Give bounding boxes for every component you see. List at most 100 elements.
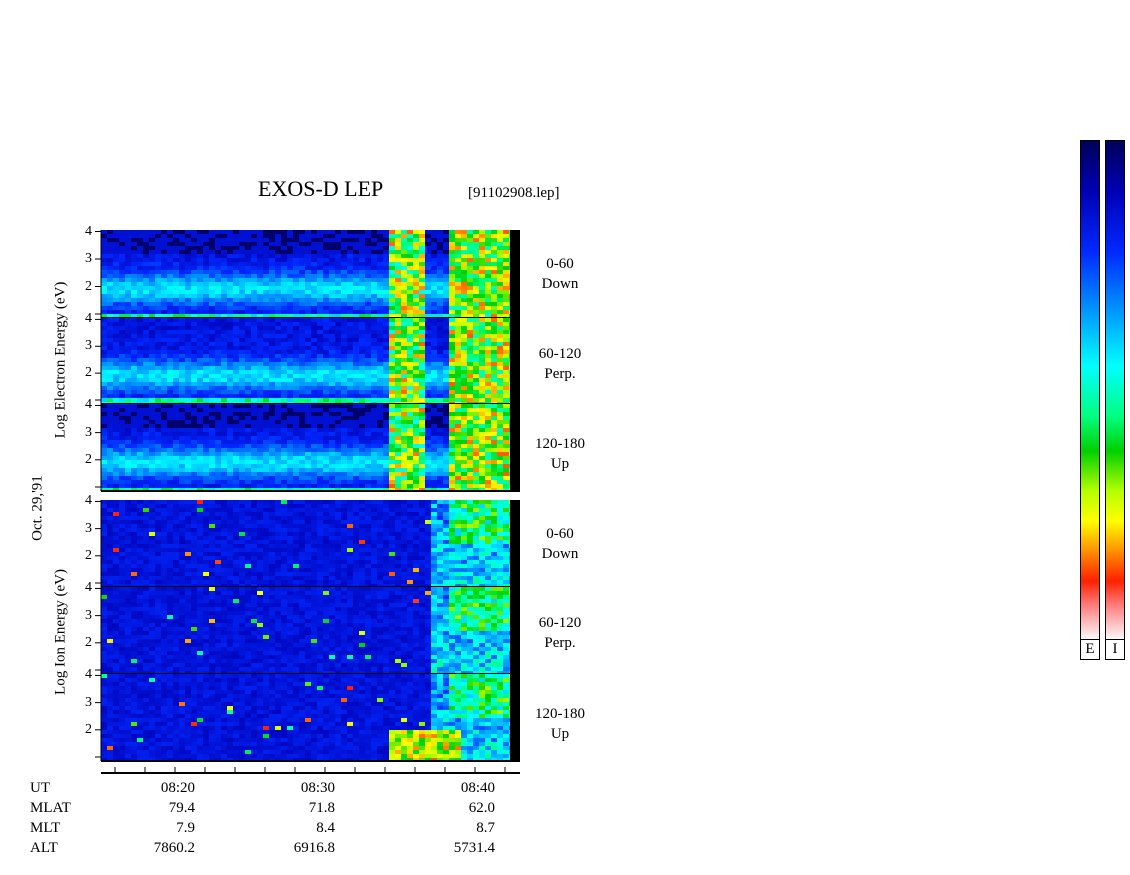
spectrogram-cell <box>113 420 119 424</box>
spectrogram-cell <box>293 250 299 254</box>
spectrogram-cell <box>101 500 107 504</box>
spectrogram-cell <box>101 544 107 548</box>
spectrogram-cell <box>407 254 413 258</box>
spectrogram-cell <box>395 472 401 476</box>
spectrogram-cell <box>485 346 491 350</box>
spectrogram-cell <box>293 382 299 386</box>
spectrogram-cell <box>419 428 425 432</box>
spectrogram-cell <box>485 234 491 238</box>
spectrogram-cell <box>311 318 317 322</box>
spectrogram-cell <box>167 374 173 378</box>
spectrogram-cell <box>167 456 173 460</box>
spectrogram-cell <box>227 480 233 484</box>
spectrogram-cell <box>491 480 497 484</box>
spectrogram-cell <box>365 334 371 338</box>
spectrogram-cell <box>275 428 281 432</box>
spectrogram-cell <box>401 350 407 354</box>
spectrogram-cell <box>431 404 437 408</box>
spectrogram-cell <box>143 560 149 564</box>
spectrogram-cell <box>269 342 275 346</box>
spectrogram-cell <box>203 448 209 452</box>
spectrogram-cell <box>497 246 503 250</box>
spectrogram-cell <box>461 242 467 246</box>
spectrogram-cell <box>335 366 341 370</box>
spectrogram-cell <box>437 326 443 330</box>
spectrogram-cell <box>503 318 509 322</box>
spectrogram-cell <box>467 464 473 468</box>
spectrogram-cell <box>449 398 455 402</box>
spectrogram-cell <box>299 440 305 444</box>
spectrogram-cell <box>239 480 245 484</box>
spectrogram-cell <box>431 378 437 382</box>
spectrogram-cell <box>233 282 239 286</box>
spectrogram-cell <box>149 464 155 468</box>
spectrogram-cell <box>143 238 149 242</box>
spectrogram-cell <box>491 230 497 234</box>
spectrogram-cell <box>377 334 383 338</box>
spectrogram-cell <box>203 500 209 504</box>
spectrogram-cell <box>161 374 167 378</box>
spectrogram-cell <box>287 342 293 346</box>
spectrogram-cell <box>263 382 269 386</box>
spectrogram-cell <box>455 480 461 484</box>
spectrogram-cell <box>449 310 455 314</box>
spectrogram-cell <box>233 444 239 448</box>
spectrogram-cell <box>215 306 221 310</box>
spectrogram-cell <box>113 342 119 346</box>
spectrogram-cell <box>389 366 395 370</box>
spectrogram-cell <box>167 294 173 298</box>
spectrogram-cell <box>341 322 347 326</box>
spectrogram-cell <box>143 326 149 330</box>
spectrogram-cell <box>167 420 173 424</box>
spectrogram-cell <box>245 370 251 374</box>
spectrogram-cell <box>377 282 383 286</box>
spectrogram-cell <box>341 334 347 338</box>
spectrogram-cell <box>437 440 443 444</box>
spectrogram-cell <box>143 358 149 362</box>
spectrogram-cell <box>257 436 263 440</box>
spectrogram-cell <box>461 294 467 298</box>
spectrogram-cell <box>155 310 161 314</box>
spectrogram-cell <box>425 238 431 242</box>
spectrogram-cell <box>137 440 143 444</box>
spectrogram-cell <box>395 282 401 286</box>
spectrogram-cell <box>179 552 185 556</box>
spectrogram-cell <box>137 424 143 428</box>
spectrogram-cell <box>389 306 395 310</box>
spectrogram-cell <box>245 318 251 322</box>
spectrogram-cell <box>395 286 401 290</box>
spectrogram-cell <box>137 504 143 508</box>
spectrogram-cell <box>491 254 497 258</box>
spectrogram-cell <box>395 306 401 310</box>
spectrogram-cell <box>401 484 407 488</box>
spectrogram-cell <box>167 366 173 370</box>
spectrogram-cell <box>359 440 365 444</box>
spectrogram-cell <box>263 412 269 416</box>
spectrogram-cell <box>485 274 491 278</box>
spectrogram-cell <box>269 398 275 402</box>
spectrogram-cell <box>359 322 365 326</box>
spectrogram-cell <box>419 234 425 238</box>
spectrogram-cell <box>425 350 431 354</box>
spectrogram-cell <box>197 436 203 440</box>
spectrogram-cell <box>431 262 437 266</box>
spectrogram-cell <box>197 468 203 472</box>
spectrogram-cell <box>335 234 341 238</box>
spectrogram-cell <box>323 424 329 428</box>
spectrogram-cell <box>359 290 365 294</box>
spectrogram-cell <box>341 412 347 416</box>
spectrogram-cell <box>413 350 419 354</box>
spectrogram-cell <box>239 412 245 416</box>
spectrogram-cell <box>221 416 227 420</box>
spectrogram-cell <box>197 580 203 584</box>
spectrogram-cell <box>497 310 503 314</box>
spectrogram-cell <box>359 282 365 286</box>
spectrogram-cell <box>131 568 137 572</box>
spectrogram-cell <box>221 366 227 370</box>
spectrogram-cell <box>317 242 323 246</box>
spectrogram-cell <box>365 416 371 420</box>
spectrogram-cell <box>401 342 407 346</box>
spectrogram-cell <box>113 242 119 246</box>
spectrogram-cell <box>371 266 377 270</box>
spectrogram-cell <box>155 354 161 358</box>
